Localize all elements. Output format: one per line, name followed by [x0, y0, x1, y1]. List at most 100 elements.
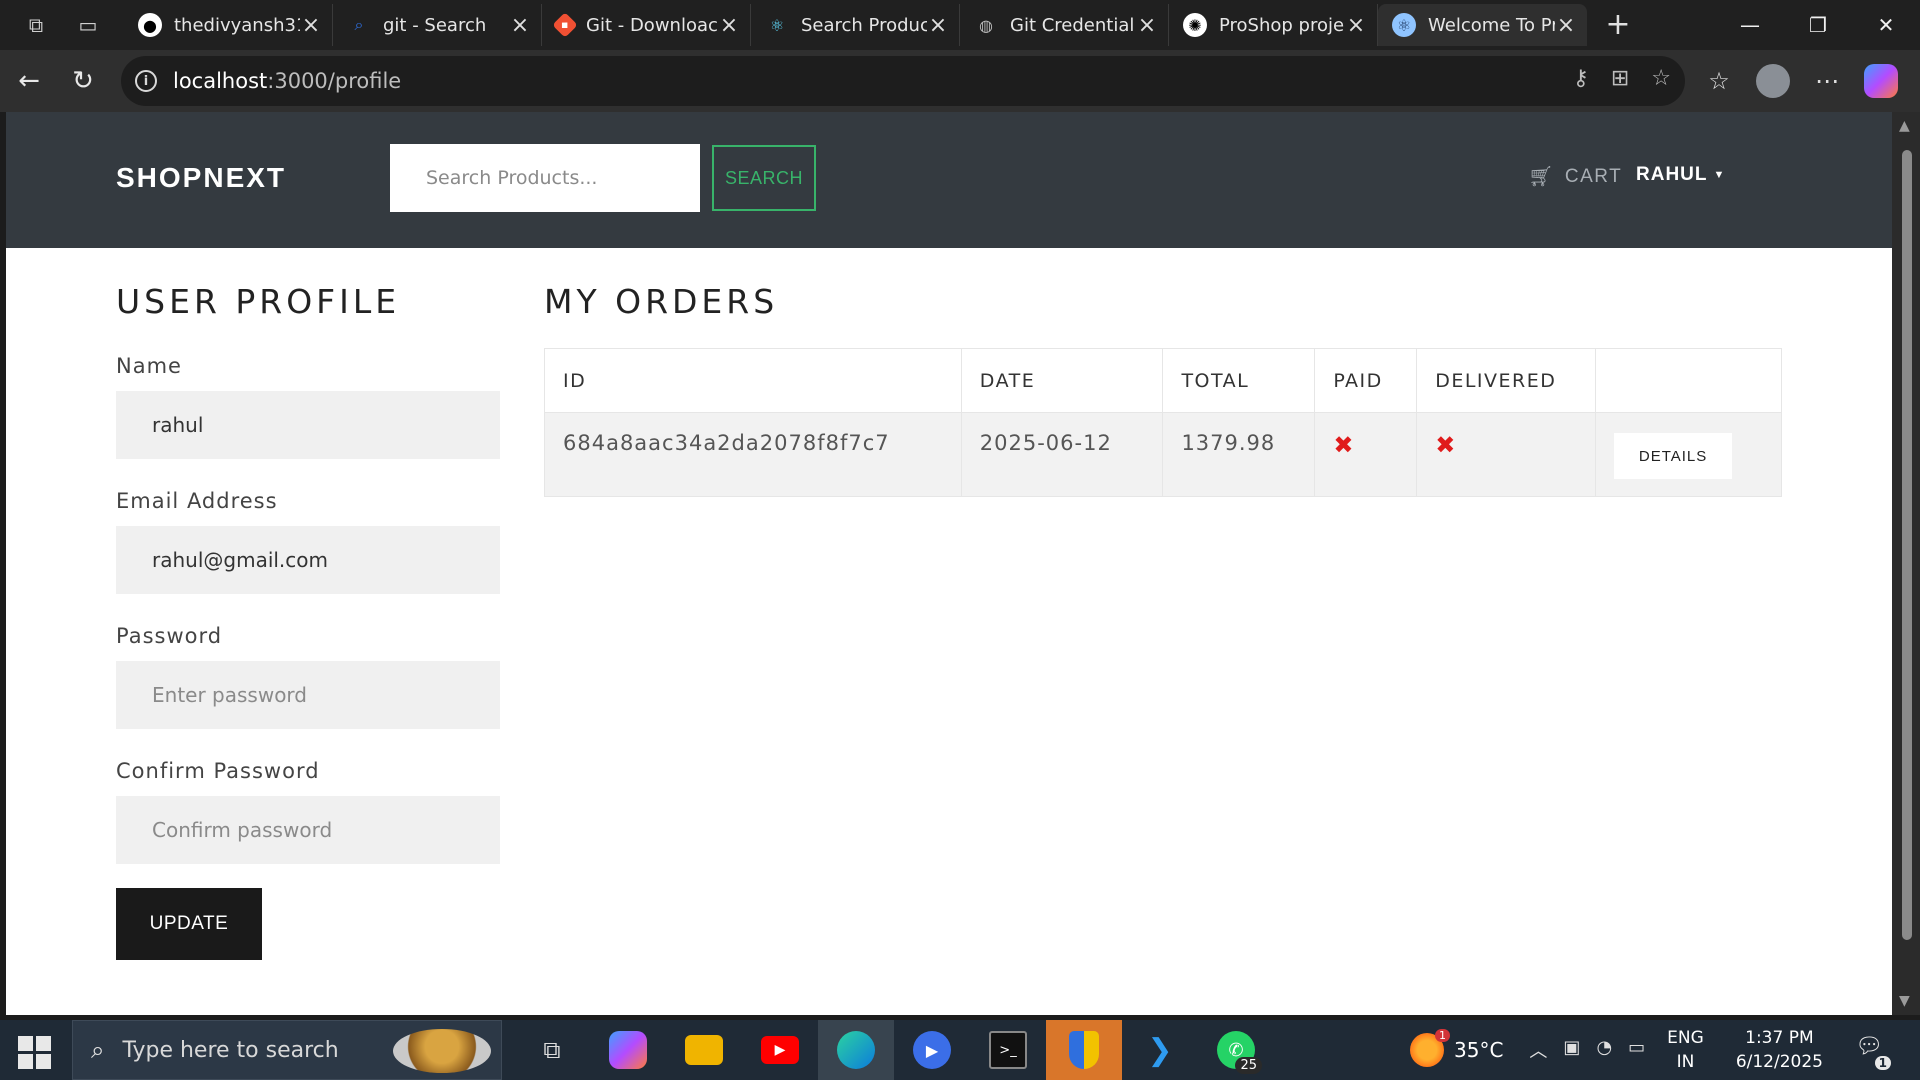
refresh-icon[interactable]: ↻: [64, 62, 102, 100]
wifi-icon[interactable]: ◔: [1596, 1037, 1612, 1063]
details-button[interactable]: DETAILS: [1614, 433, 1733, 479]
youtube-icon[interactable]: ▶: [742, 1020, 818, 1080]
notification-count: 1: [1874, 1056, 1891, 1070]
orders-table: ID DATE TOTAL PAID DELIVERED 684a8aac34a…: [544, 348, 1782, 497]
scrollbar-thumb[interactable]: [1902, 150, 1912, 940]
close-tab-icon[interactable]: ×: [1345, 13, 1367, 38]
update-button[interactable]: UPDATE: [116, 888, 262, 960]
name-label: Name: [116, 354, 182, 378]
chevron-up-icon[interactable]: ︿: [1529, 1037, 1547, 1063]
order-date-cell: 2025-06-12: [960, 412, 1164, 497]
site-info-icon[interactable]: i: [135, 70, 157, 92]
scroll-up-icon[interactable]: ▲: [1899, 118, 1910, 134]
caret-down-icon: ▼: [1713, 169, 1726, 181]
page-viewport: SHOPNEXT SEARCH 🛒︎ CART RAHUL ▼ USER PRO…: [6, 112, 1892, 1015]
close-tab-icon[interactable]: ×: [1555, 13, 1577, 38]
tab-title: Git Credential: [1010, 14, 1135, 36]
browser-tab[interactable]: ● thedivyansh31 ×: [124, 4, 333, 46]
close-tab-icon[interactable]: ×: [1136, 13, 1158, 38]
table-header-row: ID DATE TOTAL PAID DELIVERED: [544, 348, 1782, 413]
tab-title: Git - Downloac: [586, 14, 718, 36]
minimize-icon[interactable]: —: [1716, 0, 1784, 50]
battery-icon[interactable]: ▭: [1628, 1037, 1645, 1063]
restore-icon[interactable]: ❐: [1784, 0, 1852, 50]
user-dropdown[interactable]: RAHUL ▼: [1636, 164, 1725, 186]
taskbar-search[interactable]: ⌕ Type here to search: [72, 1020, 502, 1080]
vscode-icon[interactable]: ❯: [1122, 1020, 1198, 1080]
copilot-icon[interactable]: [1864, 64, 1898, 98]
browser-tab[interactable]: ⌕ git - Search ×: [333, 4, 542, 46]
key-icon[interactable]: ⚷: [1573, 66, 1589, 91]
scroll-down-icon[interactable]: ▼: [1899, 993, 1910, 1009]
language-indicator[interactable]: ENG IN: [1667, 1026, 1704, 1074]
order-actions-cell: DETAILS: [1595, 412, 1782, 497]
not-delivered-x-icon: ✖: [1435, 431, 1457, 459]
browser-tab[interactable]: ◆ Git - Downloac ×: [542, 4, 751, 46]
address-bar[interactable]: i localhost:3000/profile ⚷ ⊞ ☆: [121, 56, 1685, 106]
taskbar-apps: ⧉ ▶ ▶ >_ ❯ ✆ 25: [514, 1020, 1274, 1080]
name-field[interactable]: [116, 391, 500, 459]
tab-actions-icon[interactable]: ▭: [70, 7, 106, 43]
clock-date: 6/12/2025: [1735, 1052, 1823, 1072]
favorites-icon[interactable]: ☆: [1700, 62, 1738, 100]
git-icon: ◆: [552, 12, 578, 38]
close-tab-icon[interactable]: ×: [718, 13, 740, 38]
new-tab-icon[interactable]: +: [1600, 6, 1636, 42]
cart-label: CART: [1564, 165, 1623, 187]
copilot-app-icon[interactable]: [590, 1020, 666, 1080]
workspaces-icon[interactable]: ⧉: [18, 7, 54, 43]
security-shield-icon[interactable]: [1046, 1020, 1122, 1080]
browser-tab[interactable]: ⚛ Search Produc ×: [751, 4, 960, 46]
page-scrollbar[interactable]: ▲ ▼: [1892, 112, 1920, 1015]
cart-link[interactable]: 🛒︎ CART: [1528, 164, 1622, 189]
windows-start-icon[interactable]: [14, 1032, 54, 1072]
meet-now-icon[interactable]: ▣: [1563, 1037, 1580, 1063]
extensions-icon[interactable]: ⊞: [1611, 66, 1629, 91]
browser-tab-active[interactable]: ⚛ Welcome To Pr ×: [1378, 4, 1587, 46]
whatsapp-badge: 25: [1235, 1057, 1262, 1074]
browser-tab[interactable]: ✺ ProShop proje ×: [1169, 4, 1378, 46]
order-id-cell: 684a8aac34a2da2078f8f7c7: [544, 412, 962, 497]
file-explorer-icon[interactable]: [666, 1020, 742, 1080]
address-bar-actions: ⚷ ⊞ ☆: [1573, 66, 1671, 91]
terminal-icon[interactable]: >_: [970, 1020, 1046, 1080]
close-tab-icon[interactable]: ×: [509, 13, 531, 38]
confirm-password-label: Confirm Password: [116, 759, 320, 783]
system-tray: 1 35°C ︿ ▣ ◔ ▭ ENG IN 1:37 PM 6/12/2025 …: [1410, 1020, 1891, 1080]
search-icon: ⌕: [354, 15, 364, 34]
search-button[interactable]: SEARCH: [712, 145, 816, 211]
back-icon[interactable]: ←: [10, 62, 48, 100]
more-options-icon[interactable]: ⋯: [1808, 62, 1846, 100]
confirm-password-field[interactable]: [116, 796, 500, 864]
close-tab-icon[interactable]: ×: [300, 13, 322, 38]
close-window-icon[interactable]: ✕: [1852, 0, 1920, 50]
profile-avatar[interactable]: [1756, 64, 1790, 98]
product-search-input[interactable]: [390, 144, 700, 212]
brand-logo[interactable]: SHOPNEXT: [116, 162, 286, 194]
table-row: 684a8aac34a2da2078f8f7c7 2025-06-12 1379…: [544, 412, 1782, 497]
shopping-cart-icon: 🛒︎: [1528, 166, 1555, 188]
email-field[interactable]: [116, 526, 500, 594]
task-view-icon[interactable]: ⧉: [514, 1020, 590, 1080]
order-paid-cell: ✖: [1314, 412, 1418, 497]
order-total-cell: 1379.98: [1162, 412, 1316, 497]
weather-icon[interactable]: 1: [1410, 1029, 1450, 1067]
weather-temperature[interactable]: 35°C: [1454, 1038, 1503, 1062]
column-header-delivered: DELIVERED: [1416, 348, 1597, 413]
clock[interactable]: 1:37 PM 6/12/2025: [1736, 1026, 1823, 1074]
window-controls: — ❐ ✕: [1716, 0, 1920, 50]
notifications-icon[interactable]: 💬︎ 1: [1855, 1034, 1891, 1070]
site-header: SHOPNEXT SEARCH 🛒︎ CART RAHUL ▼: [6, 112, 1892, 248]
browser-toolbar: ← ↻ i localhost:3000/profile ⚷ ⊞ ☆ ☆ ⋯: [0, 50, 1920, 112]
edge-browser-icon[interactable]: [818, 1020, 894, 1080]
browser-tab[interactable]: ◍ Git Credential ×: [960, 4, 1169, 46]
tab-title: Search Produc: [801, 14, 927, 36]
password-field[interactable]: [116, 661, 500, 729]
close-tab-icon[interactable]: ×: [927, 13, 949, 38]
region-code: IN: [1676, 1052, 1695, 1072]
media-player-icon[interactable]: ▶: [894, 1020, 970, 1080]
user-name-label: RAHUL: [1636, 164, 1708, 185]
favorite-star-icon[interactable]: ☆: [1651, 66, 1671, 91]
whatsapp-icon[interactable]: ✆ 25: [1198, 1020, 1274, 1080]
github-icon: ●: [138, 13, 162, 37]
